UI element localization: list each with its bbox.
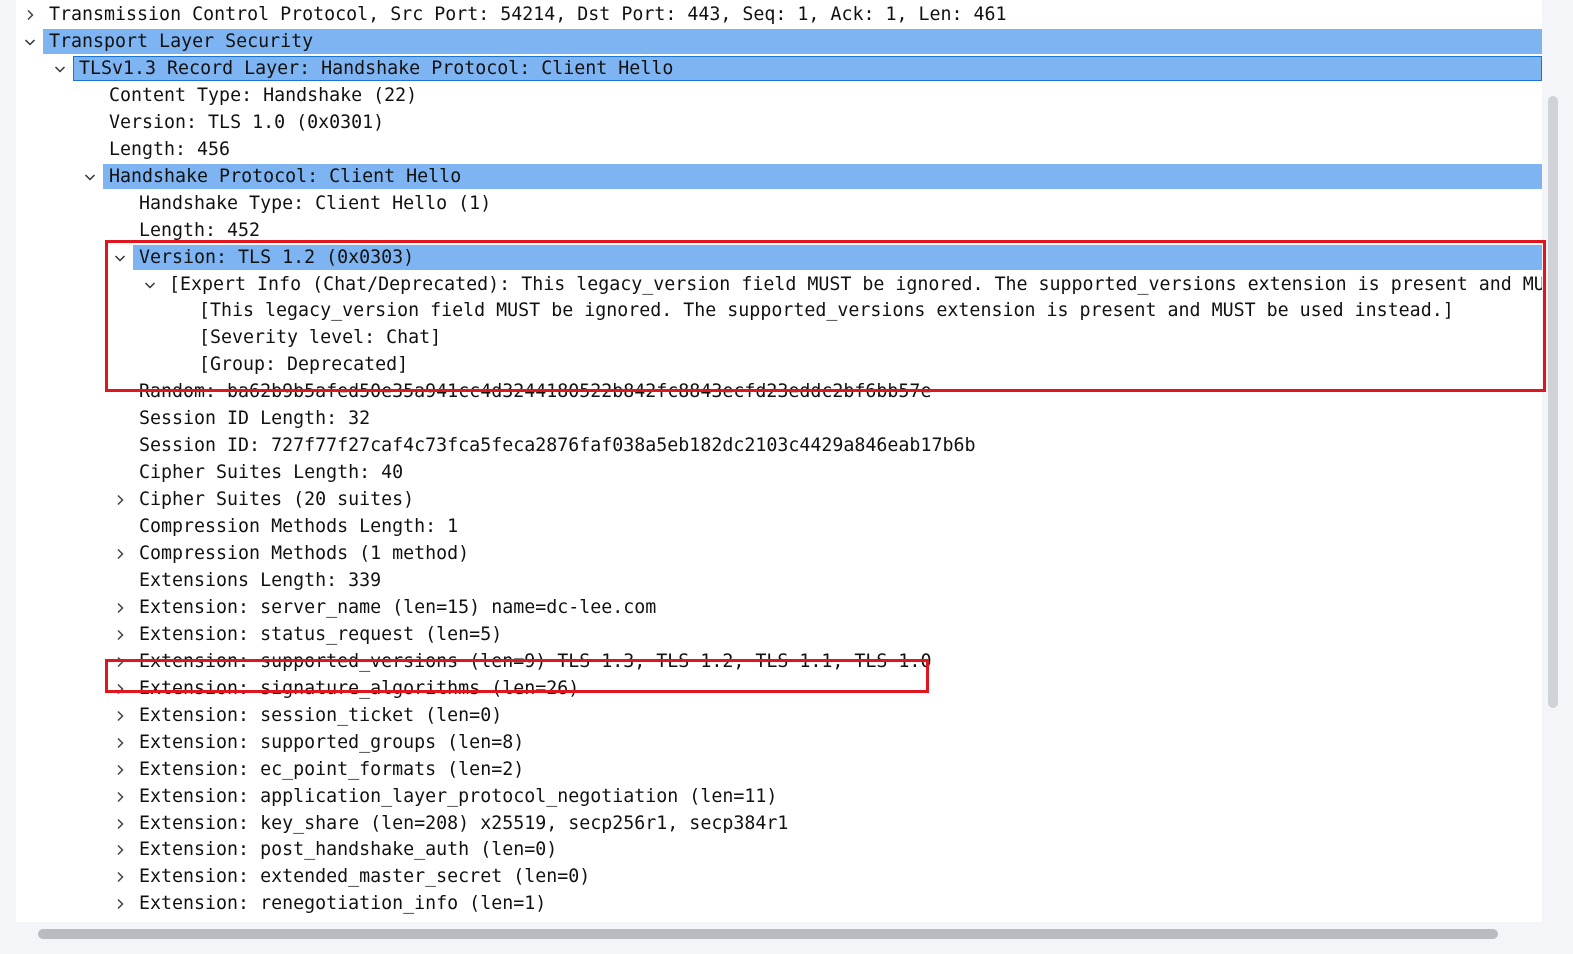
tree-row[interactable]: Extension: server_name (len=15) name=dc-…: [16, 594, 1542, 621]
tree-row-label: Extension: server_name (len=15) name=dc-…: [139, 597, 657, 618]
tree-row[interactable]: Content Type: Handshake (22): [16, 82, 1542, 109]
tree-row[interactable]: Extension: status_request (len=5): [16, 621, 1542, 648]
horizontal-scrollbar[interactable]: [38, 929, 1498, 939]
tree-row-label: Cipher Suites (20 suites): [139, 489, 415, 510]
tree-row[interactable]: [Group: Deprecated]: [16, 351, 1542, 378]
chevron-down-icon[interactable]: [112, 244, 128, 271]
tree-row[interactable]: Extension: signature_algorithms (len=26): [16, 675, 1542, 702]
tree-row-label: [Group: Deprecated]: [199, 354, 409, 375]
wireshark-packet-details-window: Transmission Control Protocol, Src Port:…: [0, 0, 1573, 954]
tree-row-label: Cipher Suites Length: 40: [139, 462, 404, 483]
tree-row[interactable]: Session ID: 727f77f27caf4c73fca5feca2876…: [16, 432, 1542, 459]
tree-row-label: Session ID: 727f77f27caf4c73fca5feca2876…: [139, 435, 976, 456]
tree-row[interactable]: [This legacy_version field MUST be ignor…: [16, 297, 1542, 324]
tree-row-label: Transmission Control Protocol, Src Port:…: [49, 4, 1007, 25]
tree-row[interactable]: Transmission Control Protocol, Src Port:…: [16, 1, 1542, 28]
tree-row[interactable]: Extension: key_share (len=208) x25519, s…: [16, 810, 1542, 837]
tree-row-label: Extension: supported_versions (len=9) TL…: [139, 651, 932, 672]
tree-row[interactable]: Extension: post_handshake_auth (len=0): [16, 836, 1542, 863]
tree-row[interactable]: Extension: application_layer_protocol_ne…: [16, 783, 1542, 810]
tree-row[interactable]: Extension: ec_point_formats (len=2): [16, 756, 1542, 783]
tree-row[interactable]: Version: TLS 1.0 (0x0301): [16, 109, 1542, 136]
tree-row[interactable]: Extensions Length: 339: [16, 567, 1542, 594]
tree-row-label: Version: TLS 1.2 (0x0303): [139, 247, 415, 268]
tree-row-label: Extension: renegotiation_info (len=1): [139, 893, 547, 914]
tree-row[interactable]: Cipher Suites (20 suites): [16, 486, 1542, 513]
chevron-right-icon[interactable]: [112, 783, 128, 810]
tree-row[interactable]: Transport Layer Security: [16, 28, 1542, 55]
tree-row[interactable]: Random: ba62b9b5afed50e35a941cc4d3244180…: [16, 378, 1542, 405]
vertical-scrollbar[interactable]: [1548, 96, 1558, 708]
tree-row-label: [This legacy_version field MUST be ignor…: [199, 300, 1454, 321]
tree-row-label: Length: 456: [109, 139, 231, 160]
tree-row-label: Compression Methods Length: 1: [139, 516, 459, 537]
tree-row[interactable]: Version: TLS 1.2 (0x0303): [16, 244, 1542, 271]
tree-row-label: Extension: session_ticket (len=0): [139, 705, 503, 726]
tree-row-label: Session ID Length: 32: [139, 408, 371, 429]
tree-row[interactable]: Handshake Type: Client Hello (1): [16, 190, 1542, 217]
tree-row[interactable]: Length: 452: [16, 217, 1542, 244]
chevron-right-icon[interactable]: [112, 836, 128, 863]
tree-row[interactable]: [Expert Info (Chat/Deprecated): This leg…: [16, 271, 1542, 298]
tree-row[interactable]: Extension: supported_versions (len=9) TL…: [16, 648, 1542, 675]
tree-row[interactable]: Extension: supported_groups (len=8): [16, 729, 1542, 756]
tree-row-label: Extension: extended_master_secret (len=0…: [139, 866, 591, 887]
tree-row-label: Extension: status_request (len=5): [139, 624, 503, 645]
chevron-right-icon[interactable]: [112, 756, 128, 783]
chevron-down-icon[interactable]: [142, 271, 158, 298]
tree-row-label: Version: TLS 1.0 (0x0301): [109, 112, 385, 133]
chevron-down-icon[interactable]: [82, 163, 98, 190]
tree-row-label: Handshake Protocol: Client Hello: [109, 166, 462, 187]
tree-row-label: Extension: key_share (len=208) x25519, s…: [139, 813, 789, 834]
tree-row-label: Extensions Length: 339: [139, 570, 382, 591]
tree-row[interactable]: Length: 456: [16, 136, 1542, 163]
tree-row-label: Transport Layer Security: [49, 31, 314, 52]
tree-row[interactable]: Extension: session_ticket (len=0): [16, 702, 1542, 729]
tree-row[interactable]: Extension: renegotiation_info (len=1): [16, 890, 1542, 917]
tree-row-label: Extension: application_layer_protocol_ne…: [139, 786, 778, 807]
chevron-right-icon[interactable]: [112, 890, 128, 917]
tree-row[interactable]: Session ID Length: 32: [16, 405, 1542, 432]
chevron-right-icon[interactable]: [112, 594, 128, 621]
tree-row[interactable]: Cipher Suites Length: 40: [16, 459, 1542, 486]
chevron-right-icon[interactable]: [112, 540, 128, 567]
chevron-right-icon[interactable]: [112, 675, 128, 702]
chevron-right-icon[interactable]: [112, 729, 128, 756]
chevron-right-icon[interactable]: [112, 621, 128, 648]
tree-row-label: TLSv1.3 Record Layer: Handshake Protocol…: [79, 58, 674, 79]
tree-row[interactable]: Compression Methods (1 method): [16, 540, 1542, 567]
tree-row-label: Length: 452: [139, 220, 261, 241]
chevron-right-icon[interactable]: [22, 1, 38, 28]
tree-row-label: Extension: signature_algorithms (len=26): [139, 678, 580, 699]
chevron-right-icon[interactable]: [112, 486, 128, 513]
tree-row[interactable]: TLSv1.3 Record Layer: Handshake Protocol…: [16, 55, 1542, 82]
tree-row[interactable]: Compression Methods Length: 1: [16, 513, 1542, 540]
tree-row[interactable]: [Severity level: Chat]: [16, 324, 1542, 351]
tree-row-label: Compression Methods (1 method): [139, 543, 470, 564]
tree-row-label: Handshake Type: Client Hello (1): [139, 193, 492, 214]
tree-row-label: Extension: ec_point_formats (len=2): [139, 759, 525, 780]
chevron-right-icon[interactable]: [112, 810, 128, 837]
chevron-down-icon[interactable]: [22, 28, 38, 55]
tree-row-label: [Expert Info (Chat/Deprecated): This leg…: [169, 274, 1542, 295]
tree-row-label: Content Type: Handshake (22): [109, 85, 418, 106]
tree-row-label: Extension: supported_groups (len=8): [139, 732, 525, 753]
tree-row-label: Random: ba62b9b5afed50e35a941cc4d3244180…: [139, 381, 932, 402]
tree-row-label: Extension: post_handshake_auth (len=0): [139, 839, 558, 860]
chevron-right-icon[interactable]: [112, 863, 128, 890]
tree-row[interactable]: Handshake Protocol: Client Hello: [16, 163, 1542, 190]
packet-details-tree[interactable]: Transmission Control Protocol, Src Port:…: [16, 0, 1542, 922]
chevron-right-icon[interactable]: [112, 702, 128, 729]
chevron-down-icon[interactable]: [52, 55, 68, 82]
chevron-right-icon[interactable]: [112, 648, 128, 675]
tree-row[interactable]: Extension: extended_master_secret (len=0…: [16, 863, 1542, 890]
tree-row-label: [Severity level: Chat]: [199, 327, 442, 348]
